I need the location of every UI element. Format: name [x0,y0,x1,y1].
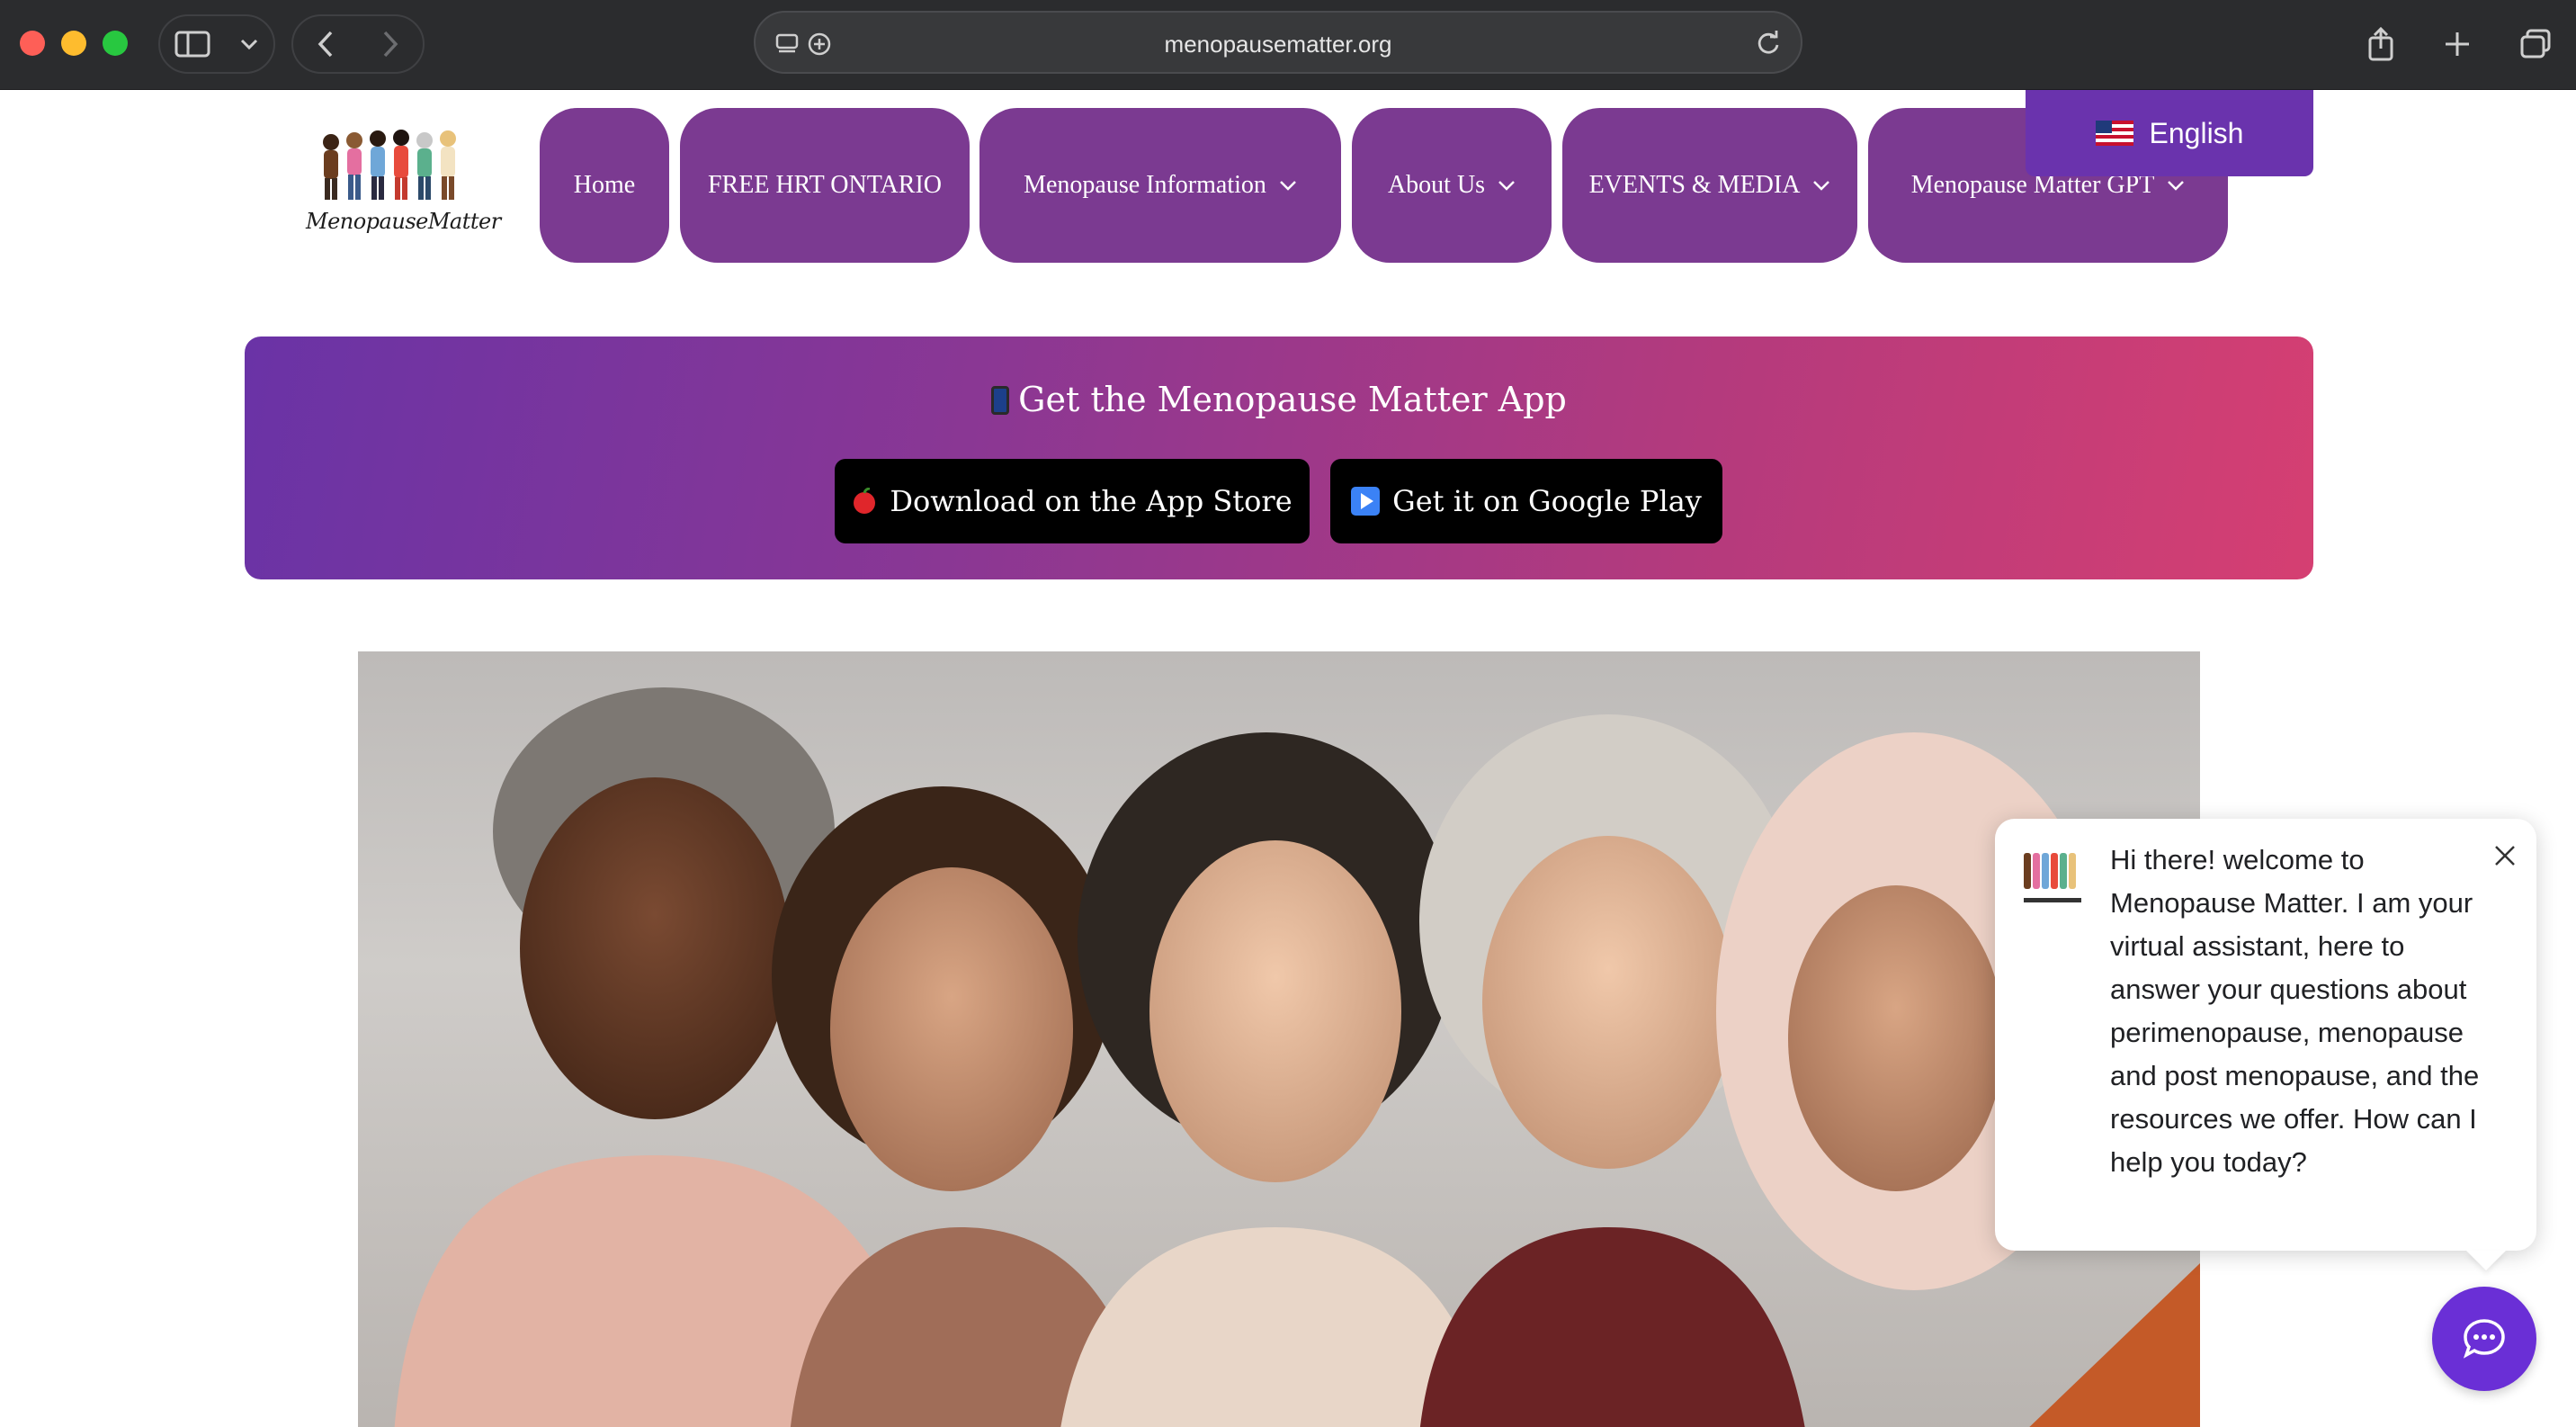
chat-bubble-icon [2463,1319,2505,1359]
share-icon[interactable] [2366,27,2395,61]
chat-launcher-button[interactable] [2432,1287,2536,1391]
nav-item-label: Menopause Information [1024,171,1266,199]
chevron-down-icon [1498,181,1515,191]
banner-title: Get the Menopause Matter App [245,380,2313,419]
history-navigation [291,14,425,74]
nav-item-menopause-information[interactable]: Menopause Information [979,108,1341,263]
chat-popup: Hi there! welcome to Menopause Matter. I… [1995,819,2536,1251]
sidebar-toggle-button[interactable] [158,14,275,74]
nav-item-about-us[interactable]: About Us [1352,108,1552,263]
close-window-button[interactable] [20,31,45,56]
assistant-avatar [2020,848,2085,911]
chevron-down-icon [240,39,258,50]
tab-overview-icon[interactable] [2519,29,2552,59]
sidebar-icon [174,31,210,58]
nav-item-label: FREE HRT ONTARIO [707,171,942,199]
new-tab-icon[interactable] [2444,31,2471,58]
app-store-label: Download on the App Store [890,484,1292,518]
chevron-down-icon [1280,181,1296,191]
language-label: English [2149,116,2244,149]
toolbar-actions [2342,14,2576,74]
chevron-down-icon [2168,181,2185,191]
logo-text: MenopauseMatter [306,209,501,234]
address-bar[interactable]: menopausematter.org [754,11,1802,74]
back-icon[interactable] [316,30,335,58]
site-logo[interactable]: MenopauseMatter [306,126,501,243]
phone-icon [991,386,1010,415]
language-selector[interactable]: English [2026,90,2313,176]
us-flag-icon [2095,121,2133,146]
women-group-logo-icon [323,130,456,200]
nav-item-label: About Us [1387,171,1486,199]
browser-toolbar: menopausematter.org [0,0,2576,90]
chevron-down-icon [1813,181,1830,191]
nav-item-label: Home [573,171,636,199]
hero-photo [394,687,2200,1427]
apple-icon [854,488,876,514]
google-play-label: Get it on Google Play [1392,484,1702,518]
chat-popup-tail [2466,1251,2506,1270]
nav-item-label: EVENTS & MEDIA [1588,171,1801,199]
hero-image-women-group [358,651,2200,1427]
zoom-window-button[interactable] [103,31,128,56]
app-download-banner: Get the Menopause Matter App Download on… [245,337,2313,579]
google-play-button[interactable]: Get it on Google Play [1330,459,1722,543]
play-icon [1351,487,1381,516]
close-icon[interactable] [2493,844,2517,867]
banner-title-text: Get the Menopause Matter App [1018,380,1567,419]
minimize-window-button[interactable] [61,31,86,56]
women-group-logo-icon [2024,853,2081,902]
nav-item-home[interactable]: Home [540,108,669,263]
chat-message: Hi there! welcome to Menopause Matter. I… [2110,844,2480,1178]
nav-item-events-media[interactable]: EVENTS & MEDIA [1562,108,1857,263]
reload-icon[interactable] [1756,31,1781,56]
forward-icon[interactable] [380,30,400,58]
nav-item-free-hrt-ontario[interactable]: FREE HRT ONTARIO [680,108,970,263]
app-store-button[interactable]: Download on the App Store [835,459,1310,543]
web-page: MenopauseMatter Home FREE HRT ONTARIO Me… [0,90,2576,1427]
url-text: menopausematter.org [1164,31,1392,58]
